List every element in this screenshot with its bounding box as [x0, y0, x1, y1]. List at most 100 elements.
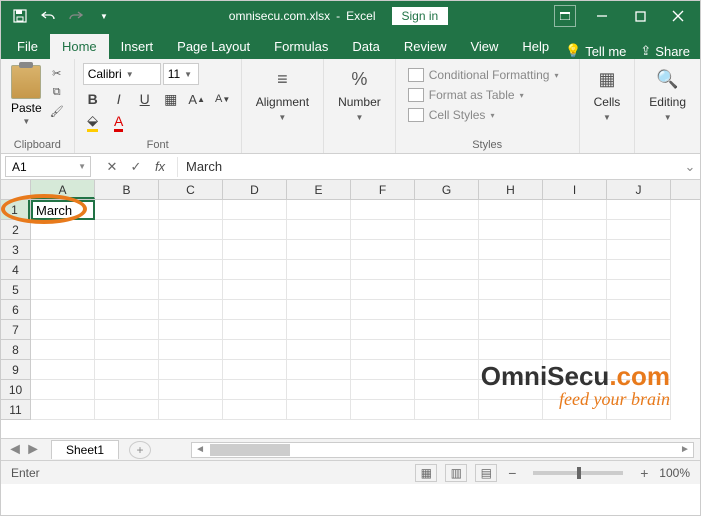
cell[interactable]: [479, 220, 543, 240]
select-all-corner[interactable]: [1, 180, 31, 200]
cell[interactable]: [607, 280, 671, 300]
cell[interactable]: [479, 360, 543, 380]
enter-entry-icon[interactable]: ✓: [125, 157, 147, 177]
expand-formula-bar-icon[interactable]: ⌄: [680, 159, 700, 175]
bold-button[interactable]: B: [83, 89, 103, 109]
new-sheet-button[interactable]: +: [129, 441, 151, 459]
row-header-4[interactable]: 4: [1, 260, 30, 280]
cells-region[interactable]: March: [31, 200, 700, 438]
cell[interactable]: [543, 380, 607, 400]
cell[interactable]: [351, 400, 415, 420]
cell[interactable]: [31, 240, 95, 260]
cell[interactable]: [95, 200, 159, 220]
cell[interactable]: [95, 360, 159, 380]
cell[interactable]: [223, 280, 287, 300]
format-painter-icon[interactable]: 🖌: [48, 103, 66, 119]
cell[interactable]: [287, 240, 351, 260]
cell[interactable]: [543, 400, 607, 420]
cell[interactable]: [479, 260, 543, 280]
number-button[interactable]: % Number ▼: [332, 63, 387, 126]
cell[interactable]: [287, 280, 351, 300]
save-icon[interactable]: [9, 5, 31, 27]
scroll-thumb[interactable]: [210, 444, 290, 456]
cell[interactable]: [415, 220, 479, 240]
row-header-6[interactable]: 6: [1, 300, 30, 320]
cell-styles-button[interactable]: Cell Styles▾: [404, 107, 571, 123]
page-layout-view-icon[interactable]: ▥: [445, 464, 467, 482]
page-break-view-icon[interactable]: ▤: [475, 464, 497, 482]
tab-insert[interactable]: Insert: [109, 34, 166, 59]
paste-button[interactable]: Paste ▼: [9, 63, 44, 128]
cell[interactable]: [543, 360, 607, 380]
cell[interactable]: [351, 360, 415, 380]
col-header-g[interactable]: G: [415, 180, 479, 199]
cell[interactable]: [415, 320, 479, 340]
row-header-2[interactable]: 2: [1, 220, 30, 240]
cell-a1[interactable]: March: [31, 200, 95, 220]
scroll-left-icon[interactable]: ◄: [192, 444, 208, 455]
font-color-button[interactable]: A: [109, 112, 129, 132]
editing-button[interactable]: 🔍 Editing ▼: [643, 63, 692, 126]
row-header-1[interactable]: 1: [1, 200, 30, 220]
cell[interactable]: [223, 260, 287, 280]
cell[interactable]: [607, 300, 671, 320]
cell[interactable]: [479, 240, 543, 260]
col-header-d[interactable]: D: [223, 180, 287, 199]
row-header-10[interactable]: 10: [1, 380, 30, 400]
row-header-5[interactable]: 5: [1, 280, 30, 300]
fill-color-button[interactable]: ⬙: [83, 112, 103, 132]
font-name-select[interactable]: Calibri▼: [83, 63, 161, 85]
minimize-icon[interactable]: [584, 2, 620, 30]
cell[interactable]: [607, 400, 671, 420]
spreadsheet-grid[interactable]: A B C D E F G H I J 1 2 3 4 5 6 7 8 9 10…: [1, 180, 700, 438]
zoom-in-button[interactable]: +: [637, 465, 651, 481]
cell[interactable]: [95, 240, 159, 260]
sheet-nav-prev-icon[interactable]: ◄: [7, 441, 23, 459]
cell[interactable]: [31, 220, 95, 240]
normal-view-icon[interactable]: ▦: [415, 464, 437, 482]
conditional-formatting-button[interactable]: Conditional Formatting▾: [404, 67, 571, 83]
close-icon[interactable]: [660, 2, 696, 30]
cell[interactable]: [31, 380, 95, 400]
cell[interactable]: [31, 320, 95, 340]
fx-icon[interactable]: fx: [149, 157, 171, 177]
cell[interactable]: [543, 300, 607, 320]
tab-home[interactable]: Home: [50, 34, 109, 59]
cell[interactable]: [287, 200, 351, 220]
cell[interactable]: [607, 380, 671, 400]
cell[interactable]: [31, 260, 95, 280]
cells-button[interactable]: ▦ Cells ▼: [588, 63, 627, 126]
cell[interactable]: [159, 380, 223, 400]
cell[interactable]: [95, 340, 159, 360]
cell[interactable]: [159, 300, 223, 320]
cell[interactable]: [351, 240, 415, 260]
cell[interactable]: [415, 400, 479, 420]
cell[interactable]: [415, 300, 479, 320]
cell[interactable]: [223, 320, 287, 340]
name-box[interactable]: A1 ▼: [5, 156, 91, 177]
cell[interactable]: [159, 340, 223, 360]
cancel-entry-icon[interactable]: ✕: [101, 157, 123, 177]
cell[interactable]: [95, 400, 159, 420]
cell[interactable]: [351, 380, 415, 400]
sheet-nav-next-icon[interactable]: ►: [25, 441, 41, 459]
cell[interactable]: [351, 260, 415, 280]
col-header-e[interactable]: E: [287, 180, 351, 199]
row-header-8[interactable]: 8: [1, 340, 30, 360]
cell[interactable]: [607, 200, 671, 220]
cell[interactable]: [543, 260, 607, 280]
underline-button[interactable]: U: [135, 89, 155, 109]
italic-button[interactable]: I: [109, 89, 129, 109]
cell[interactable]: [159, 260, 223, 280]
cell[interactable]: [159, 240, 223, 260]
cell[interactable]: [351, 200, 415, 220]
col-header-i[interactable]: I: [543, 180, 607, 199]
cell[interactable]: [479, 380, 543, 400]
cell[interactable]: [479, 200, 543, 220]
zoom-slider[interactable]: [533, 471, 623, 475]
cell[interactable]: [607, 220, 671, 240]
cell[interactable]: [607, 360, 671, 380]
horizontal-scrollbar[interactable]: ◄ ►: [191, 442, 694, 458]
zoom-level[interactable]: 100%: [659, 466, 690, 480]
cell[interactable]: [415, 340, 479, 360]
